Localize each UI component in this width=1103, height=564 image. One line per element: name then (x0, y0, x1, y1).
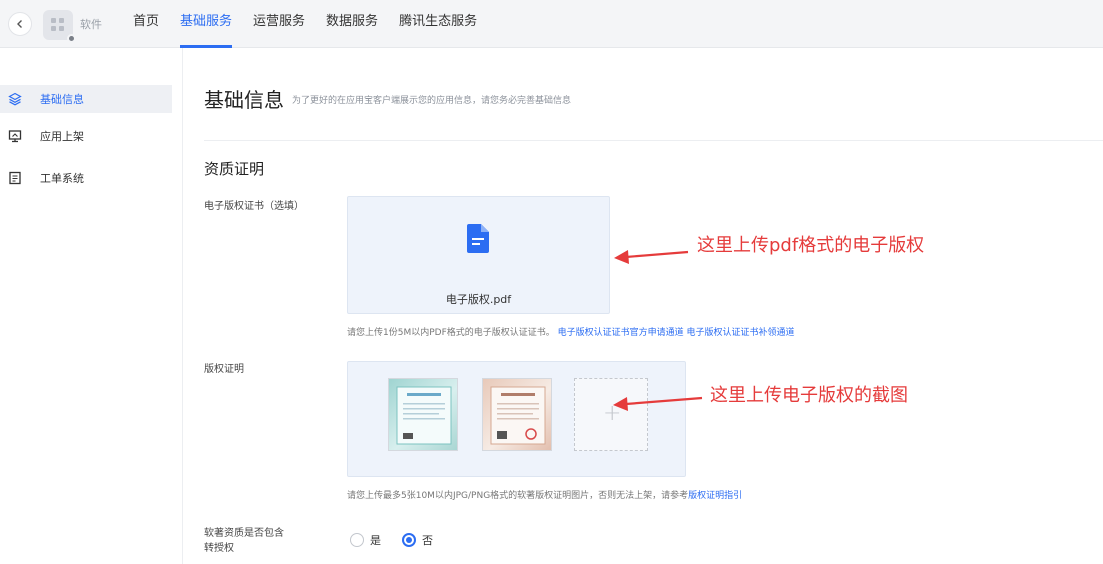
app-name: 软件 (80, 18, 102, 31)
main-nav: 首页 基础服务 运营服务 数据服务 腾讯生态服务 (133, 0, 498, 48)
certificate-image-icon (490, 386, 546, 445)
nav-operation-services[interactable]: 运营服务 (253, 0, 305, 48)
uploaded-file-name[interactable]: 电子版权.pdf (348, 291, 609, 307)
section-title: 资质证明 (204, 160, 265, 178)
official-apply-link[interactable]: 电子版权认证证书官方申请通道 (558, 328, 684, 338)
page-description: 为了更好的在应用宝客户端展示您的应用信息，请您务必完善基础信息 (292, 96, 572, 106)
plus-icon: + (603, 401, 622, 426)
transfer-label-line: 软著资质是否包含 (204, 528, 284, 539)
copyright-cert-upload[interactable]: 电子版权.pdf (347, 196, 610, 314)
sidebar: 基础信息 应用上架 工单系统 (0, 48, 183, 564)
sidebar-item-label: 基础信息 (40, 93, 84, 106)
transfer-label-line: 转授权 (204, 543, 234, 554)
back-button[interactable] (8, 12, 32, 36)
help-text: 请您上传1份5M以内PDF格式的电子版权认证证书。 (347, 328, 555, 338)
arrow-icon (614, 250, 689, 264)
radio-circle (402, 533, 416, 547)
layers-icon (8, 92, 22, 106)
nav-tencent-ecosystem[interactable]: 腾讯生态服务 (399, 0, 477, 48)
app-grid-icon (51, 18, 65, 32)
reissue-link[interactable]: 电子版权认证证书补领通道 (687, 328, 795, 338)
certificate-thumbnail[interactable] (388, 378, 458, 451)
radio-no[interactable]: 否 (402, 532, 433, 548)
monitor-icon (8, 130, 22, 143)
radio-yes[interactable]: 是 (350, 532, 381, 548)
copyright-guide-link[interactable]: 版权证明指引 (688, 491, 742, 501)
page-title: 基础信息 (204, 88, 284, 112)
annotation-pdf-note: 这里上传pdf格式的电子版权 (697, 235, 925, 256)
copyright-proof-label: 版权证明 (204, 364, 244, 375)
divider (204, 140, 1103, 141)
copyright-cert-help: 请您上传1份5M以内PDF格式的电子版权认证证书。 电子版权认证证书官方申请通道… (347, 325, 795, 338)
sidebar-item-ticket-system[interactable]: 工单系统 (0, 164, 172, 192)
sidebar-item-label: 应用上架 (40, 130, 84, 143)
sidebar-item-app-listing[interactable]: 应用上架 (0, 122, 172, 150)
copyright-cert-label: 电子版权证书（选填） (204, 201, 304, 212)
add-screenshot-button[interactable]: + (574, 378, 648, 451)
certificate-image-icon (396, 386, 452, 445)
nav-home[interactable]: 首页 (133, 0, 159, 48)
copyright-proof-help: 请您上传最多5张10M以内JPG/PNG格式的软著版权证明图片，否则无法上架，请… (347, 488, 742, 501)
nav-basic-services[interactable]: 基础服务 (180, 0, 233, 48)
sidebar-item-basic-info[interactable]: 基础信息 (0, 85, 172, 113)
help-text: 请您上传最多5张10M以内JPG/PNG格式的软著版权证明图片，否则无法上架，请… (347, 491, 689, 501)
certificate-thumbnail[interactable] (482, 378, 552, 451)
transfer-label: 软著资质是否包含 转授权 (204, 526, 284, 556)
app-status-dot (67, 34, 76, 43)
radio-circle (350, 533, 364, 547)
radio-label: 是 (370, 534, 381, 547)
copyright-proof-upload: + (347, 361, 686, 477)
top-navigation-bar: 软件 首页 基础服务 运营服务 数据服务 腾讯生态服务 (0, 0, 1103, 48)
document-icon (467, 224, 489, 253)
annotation-screenshot-note: 这里上传电子版权的截图 (710, 385, 908, 406)
nav-data-services[interactable]: 数据服务 (326, 0, 378, 48)
chevron-left-icon (17, 20, 22, 28)
radio-label: 否 (422, 534, 433, 547)
sidebar-item-label: 工单系统 (40, 172, 84, 185)
ticket-icon (9, 171, 21, 185)
app-icon[interactable] (43, 10, 76, 43)
